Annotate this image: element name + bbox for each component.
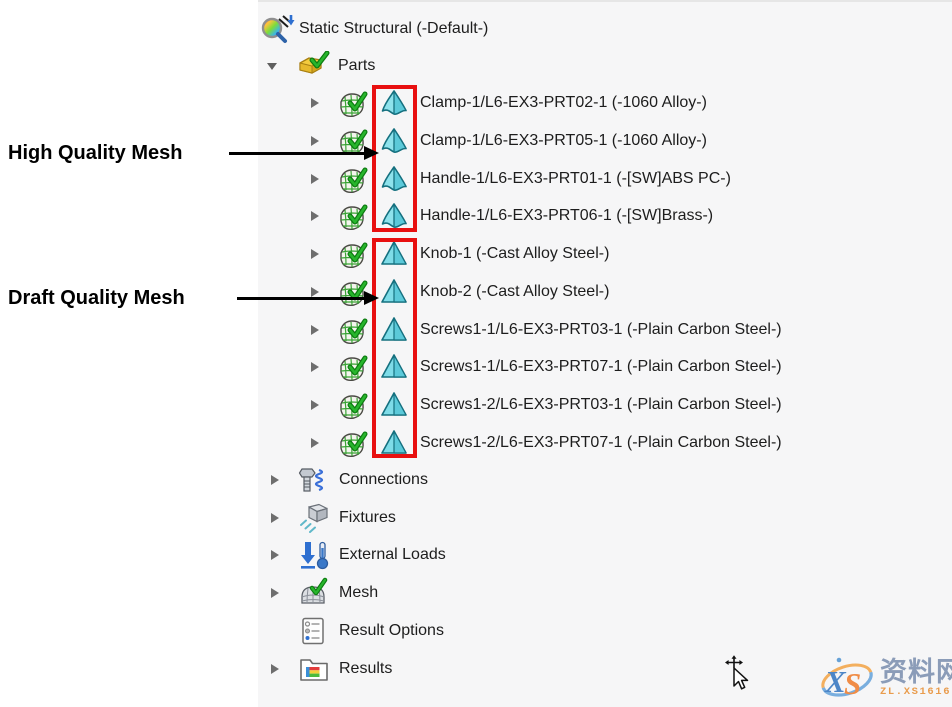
- part-label: Handle-1/L6-EX3-PRT01-1 (-[SW]ABS PC-): [420, 160, 731, 198]
- results-icon: [298, 655, 330, 683]
- mesh-check-icon: [336, 199, 368, 233]
- expand-icon[interactable]: [310, 97, 320, 109]
- watermark-site-name: 资料网: [880, 658, 952, 686]
- pyramid-draft-icon: [380, 353, 408, 381]
- section-label: Result Options: [339, 612, 444, 650]
- mesh-check-icon: [336, 162, 368, 196]
- section-label: External Loads: [339, 536, 446, 574]
- tree-node-mesh[interactable]: Mesh: [258, 574, 952, 612]
- tree-node-fixtures[interactable]: Fixtures: [258, 499, 952, 537]
- tree-node-connections[interactable]: Connections: [258, 461, 952, 499]
- high-quality-arrow-head: [364, 146, 379, 160]
- watermark-site-url: ZL.XS1616.COM: [880, 686, 952, 699]
- watermark: X S 资料网 ZL.XS1616.COM: [816, 652, 952, 704]
- expand-icon[interactable]: [310, 173, 320, 185]
- high-quality-arrow-line: [229, 152, 366, 155]
- expand-icon[interactable]: [310, 361, 320, 373]
- tree-node-result-options[interactable]: Result Options: [258, 612, 952, 650]
- simulation-study-icon: [260, 13, 296, 45]
- expand-icon[interactable]: [270, 474, 280, 486]
- expand-icon[interactable]: [310, 324, 320, 336]
- part-label: Screws1-1/L6-EX3-PRT07-1 (-Plain Carbon …: [420, 348, 782, 386]
- move-pointer-cursor: [724, 655, 752, 695]
- expand-icon[interactable]: [310, 399, 320, 411]
- pyramid-high-icon: [380, 89, 408, 117]
- fixtures-icon: [298, 503, 330, 533]
- mesh-check-icon: [336, 237, 368, 271]
- tree-node-part[interactable]: Screws1-2/L6-EX3-PRT07-1 (-Plain Carbon …: [258, 424, 952, 462]
- tree-node-part[interactable]: Screws1-1/L6-EX3-PRT07-1 (-Plain Carbon …: [258, 348, 952, 386]
- pyramid-draft-icon: [380, 278, 408, 306]
- section-label: Fixtures: [339, 499, 396, 537]
- pyramid-high-icon: [380, 165, 408, 193]
- tree-node-external-loads[interactable]: External Loads: [258, 536, 952, 574]
- pyramid-draft-icon: [380, 429, 408, 457]
- simulation-tree-panel: Static Structural (-Default-) Parts Clam…: [258, 0, 952, 707]
- tree-node-part[interactable]: Handle-1/L6-EX3-PRT06-1 (-[SW]Brass-): [258, 197, 952, 235]
- expand-icon[interactable]: [270, 512, 280, 524]
- connections-icon: [298, 465, 330, 495]
- mesh-check-icon: [336, 313, 368, 347]
- part-label: Clamp-1/L6-EX3-PRT02-1 (-1060 Alloy-): [420, 84, 707, 122]
- result-options-icon: [298, 616, 328, 646]
- screenshot-root: Static Structural (-Default-) Parts Clam…: [0, 0, 952, 707]
- pyramid-high-icon: [380, 202, 408, 230]
- tree-node-part[interactable]: Handle-1/L6-EX3-PRT01-1 (-[SW]ABS PC-): [258, 160, 952, 198]
- mesh-check-icon: [336, 86, 368, 120]
- part-label: Handle-1/L6-EX3-PRT06-1 (-[SW]Brass-): [420, 197, 713, 235]
- parts-label: Parts: [338, 47, 375, 85]
- part-label: Screws1-2/L6-EX3-PRT07-1 (-Plain Carbon …: [420, 424, 782, 462]
- part-label: Knob-1 (-Cast Alloy Steel-): [420, 235, 609, 273]
- tree-node-study[interactable]: Static Structural (-Default-): [258, 10, 952, 48]
- watermark-logo-icon: X S: [816, 652, 878, 704]
- high-quality-mesh-label: High Quality Mesh: [8, 142, 182, 165]
- part-label: Screws1-1/L6-EX3-PRT03-1 (-Plain Carbon …: [420, 311, 782, 349]
- section-label: Connections: [339, 461, 428, 499]
- expand-icon[interactable]: [310, 437, 320, 449]
- tree-node-parts[interactable]: Parts: [258, 47, 952, 85]
- part-label: Knob-2 (-Cast Alloy Steel-): [420, 273, 609, 311]
- section-label: Results: [339, 650, 392, 688]
- expand-icon[interactable]: [270, 587, 280, 599]
- collapse-icon[interactable]: [266, 61, 278, 71]
- study-title: Static Structural (-Default-): [299, 10, 488, 48]
- external-loads-icon: [298, 540, 330, 570]
- tree-node-part[interactable]: Screws1-2/L6-EX3-PRT03-1 (-Plain Carbon …: [258, 386, 952, 424]
- mesh-check-icon: [336, 388, 368, 422]
- mesh-icon: [298, 577, 330, 609]
- draft-quality-arrow-head: [364, 291, 379, 305]
- watermark-logo-s: S: [844, 666, 861, 701]
- tree-node-part[interactable]: Knob-1 (-Cast Alloy Steel-): [258, 235, 952, 273]
- tree-node-part[interactable]: Screws1-1/L6-EX3-PRT03-1 (-Plain Carbon …: [258, 311, 952, 349]
- expand-icon[interactable]: [270, 549, 280, 561]
- pyramid-high-icon: [380, 127, 408, 155]
- part-label: Clamp-1/L6-EX3-PRT05-1 (-1060 Alloy-): [420, 122, 707, 160]
- pyramid-draft-icon: [380, 391, 408, 419]
- pyramid-draft-icon: [380, 316, 408, 344]
- draft-quality-arrow-line: [237, 297, 366, 300]
- tree-node-part[interactable]: Clamp-1/L6-EX3-PRT02-1 (-1060 Alloy-): [258, 84, 952, 122]
- expand-icon[interactable]: [270, 663, 280, 675]
- parts-icon: [296, 51, 330, 81]
- mesh-check-icon: [336, 350, 368, 384]
- expand-icon[interactable]: [310, 248, 320, 260]
- pyramid-draft-icon: [380, 240, 408, 268]
- tree-node-part[interactable]: Knob-2 (-Cast Alloy Steel-): [258, 273, 952, 311]
- section-label: Mesh: [339, 574, 378, 612]
- expand-icon[interactable]: [310, 210, 320, 222]
- part-label: Screws1-2/L6-EX3-PRT03-1 (-Plain Carbon …: [420, 386, 782, 424]
- expand-icon[interactable]: [310, 135, 320, 147]
- mesh-check-icon: [336, 426, 368, 460]
- draft-quality-mesh-label: Draft Quality Mesh: [8, 287, 185, 310]
